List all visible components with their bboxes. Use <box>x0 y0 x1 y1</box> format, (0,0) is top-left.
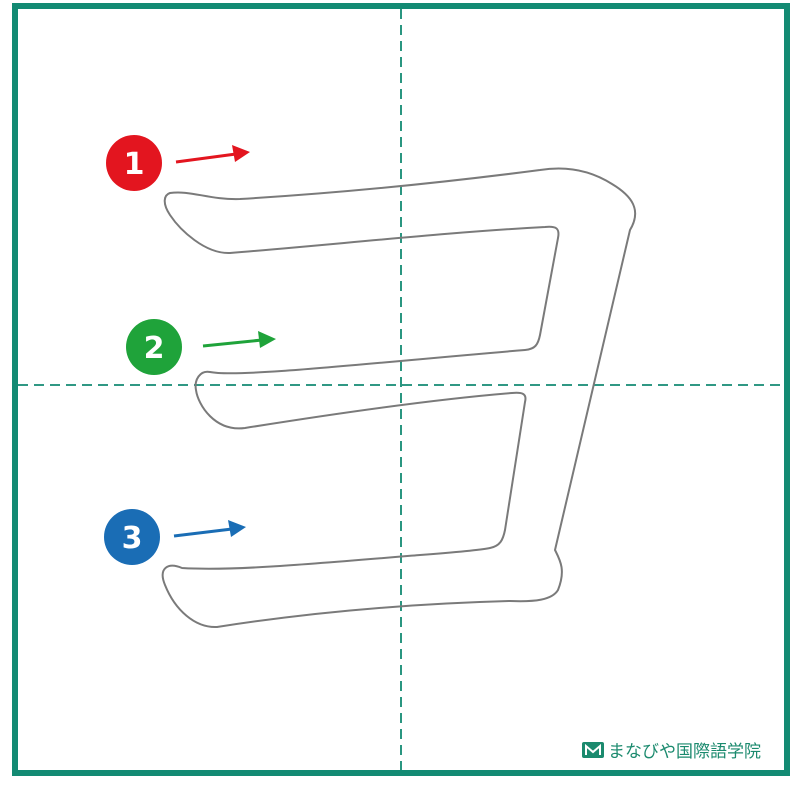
open-book-m-icon <box>582 742 604 758</box>
brand-logo: まなびや国際語学院 <box>582 742 761 762</box>
stroke-number-2: 2 <box>144 331 165 366</box>
stroke-number-1: 1 <box>124 147 145 182</box>
brand-name: まなびや国際語学院 <box>608 742 761 762</box>
stroke-number-3: 3 <box>122 521 143 556</box>
stroke-order-diagram: 1 2 3 まなびや国際語学院 <box>12 3 790 776</box>
